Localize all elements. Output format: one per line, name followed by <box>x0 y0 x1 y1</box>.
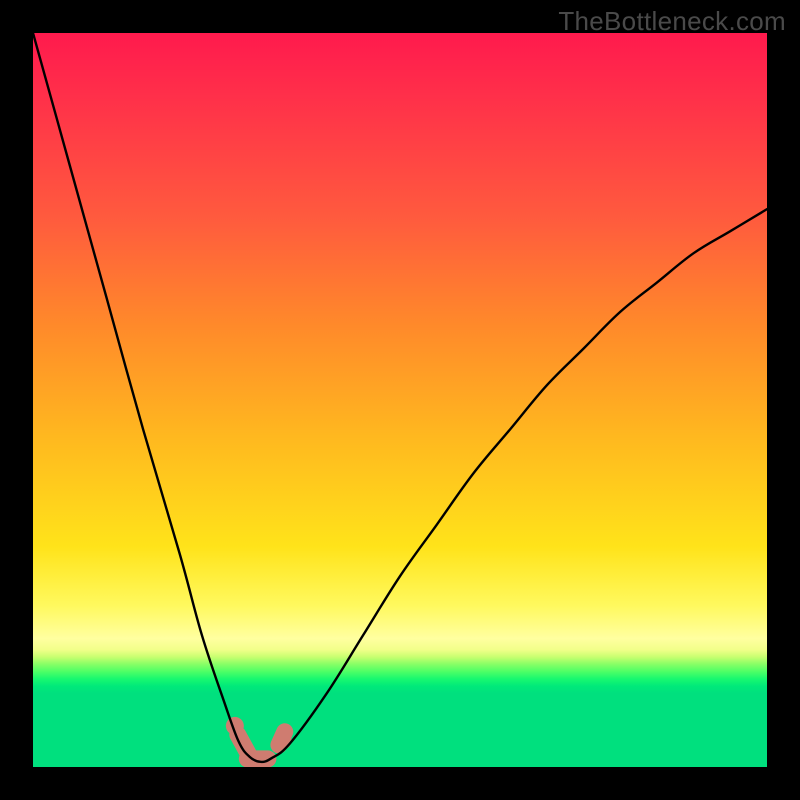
marker-segment <box>279 732 285 745</box>
bottleneck-curve <box>33 33 767 762</box>
chart-svg <box>33 33 767 767</box>
chart-frame <box>33 33 767 767</box>
